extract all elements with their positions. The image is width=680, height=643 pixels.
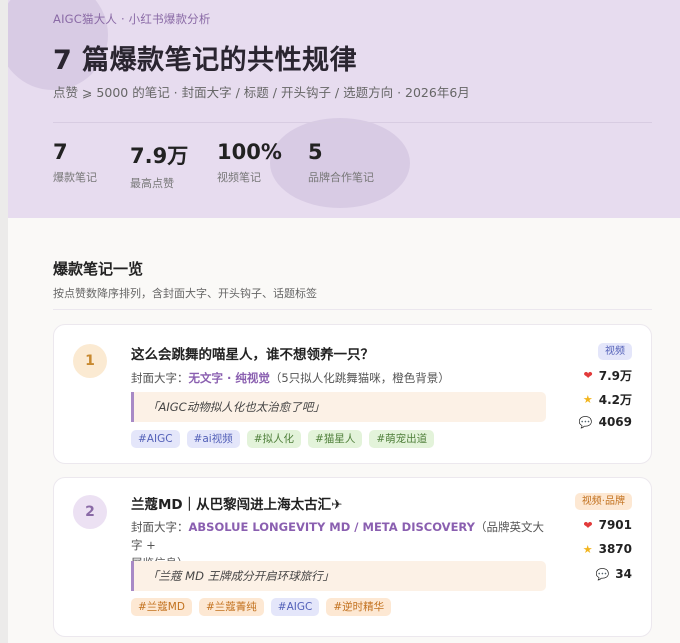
hashtag[interactable]: #兰蔻菁纯 bbox=[198, 598, 264, 616]
likes-metric: ❤ 7.9万 bbox=[584, 367, 632, 384]
hashtag[interactable]: #拟人化 bbox=[246, 430, 302, 448]
format-badge: 视频 bbox=[598, 343, 632, 360]
stat-max-likes: 7.9万 最高点赞 bbox=[130, 140, 188, 191]
note-title[interactable]: 这么会跳舞的喵星人，谁不想领养一只？ bbox=[131, 343, 374, 363]
heart-icon: ❤ bbox=[583, 369, 593, 382]
hashtag[interactable]: #萌宠出道 bbox=[369, 430, 435, 448]
favorites-count: 4.2万 bbox=[598, 393, 632, 407]
section-subtitle: 按点赞数降序排列，含封面大字、开头钩子、话题标签 bbox=[53, 287, 317, 300]
hashtag[interactable]: #逆时精华 bbox=[326, 598, 392, 616]
likes-count: 7.9万 bbox=[598, 369, 632, 383]
stat-label: 爆款笔记 bbox=[53, 171, 97, 184]
star-icon: ★ bbox=[582, 542, 593, 556]
hero-header: AIGC猫大人 · 小红书爆款分析 7 篇爆款笔记的共性规律 点赞 ⩾ 5000… bbox=[8, 0, 680, 218]
comments-count: 34 bbox=[615, 567, 632, 581]
hook-quote: 「兰蔻 MD 王牌成分开启环球旅行」 bbox=[131, 561, 546, 591]
favorites-metric: ★ 4.2万 bbox=[583, 391, 632, 408]
note-card[interactable]: 1 这么会跳舞的喵星人，谁不想领养一只？ 封面大字：无文字 · 纯视觉（5只拟人… bbox=[53, 324, 652, 464]
note-title[interactable]: 兰蔻MD｜从巴黎闯进上海太古汇✈ bbox=[131, 493, 342, 513]
cover-label: 封面大字： bbox=[131, 371, 189, 385]
page-subtitle: 点赞 ⩾ 5000 的笔记 · 封面大字 / 标题 / 开头钩子 / 选题方向 … bbox=[53, 85, 470, 100]
stat-value: 7.9万 bbox=[130, 144, 189, 168]
stat-value: 5 bbox=[308, 140, 323, 164]
stat-label: 视频笔记 bbox=[217, 171, 261, 184]
speech-bubble-icon: 💬 bbox=[578, 415, 593, 429]
section-divider bbox=[53, 309, 652, 310]
tag-list: #兰蔻MD #兰蔻菁纯 #AIGC #逆时精华 bbox=[131, 598, 392, 616]
hashtag[interactable]: #ai视频 bbox=[186, 430, 240, 448]
format-badge: 视频·品牌 bbox=[574, 493, 632, 510]
comments-metric: 💬 34 bbox=[596, 567, 632, 581]
stat-label: 最高点赞 bbox=[130, 177, 174, 190]
comments-count: 4069 bbox=[598, 415, 632, 429]
cover-label: 封面大字： bbox=[131, 520, 189, 534]
rank-badge: 2 bbox=[73, 495, 107, 529]
stat-note-count: 7 爆款笔记 bbox=[53, 140, 97, 185]
rank-badge: 1 bbox=[73, 344, 107, 378]
favorites-count: 3870 bbox=[598, 542, 632, 556]
comments-metric: 💬 4069 bbox=[579, 415, 632, 429]
star-icon: ★ bbox=[582, 393, 593, 406]
left-edge-strip bbox=[0, 0, 8, 643]
stat-brand-notes: 5 品牌合作笔记 bbox=[308, 140, 374, 185]
page-title: 7 篇爆款笔记的共性规律 bbox=[53, 45, 358, 76]
favorites-metric: ★ 3870 bbox=[583, 542, 632, 556]
hero-divider bbox=[53, 122, 652, 123]
hero-kicker: AIGC猫大人 · 小红书爆款分析 bbox=[53, 12, 211, 26]
hashtag[interactable]: #AIGC bbox=[270, 598, 320, 616]
hashtag[interactable]: #兰蔻MD bbox=[131, 598, 192, 616]
section-title: 爆款笔记一览 bbox=[53, 260, 144, 278]
likes-count: 7901 bbox=[598, 518, 632, 532]
stat-label: 品牌合作笔记 bbox=[308, 171, 374, 184]
stat-value: 7 bbox=[53, 140, 68, 164]
note-card[interactable]: 2 兰蔻MD｜从巴黎闯进上海太古汇✈ 封面大字：ABSOLUE LONGEVIT… bbox=[53, 477, 652, 637]
stat-value: 100% bbox=[217, 140, 282, 164]
cover-value: 无文字 · 纯视觉 bbox=[188, 371, 270, 385]
cover-text-line: 封面大字：无文字 · 纯视觉（5只拟人化跳舞猫咪，橙色背景） bbox=[131, 369, 450, 387]
tag-list: #AIGC #ai视频 #拟人化 #猫星人 #萌宠出道 bbox=[131, 430, 435, 448]
hashtag[interactable]: #AIGC bbox=[131, 430, 180, 448]
likes-metric: ❤ 7901 bbox=[583, 518, 632, 532]
hashtag[interactable]: #猫星人 bbox=[308, 430, 363, 448]
hook-quote: 「AIGC动物拟人化也太治愈了吧」 bbox=[131, 392, 546, 422]
cover-note: （5只拟人化跳舞猫咪，橙色背景） bbox=[269, 371, 450, 385]
cover-value: ABSOLUE LONGEVITY MD / META DISCOVERY bbox=[188, 520, 475, 534]
speech-bubble-icon: 💬 bbox=[595, 567, 610, 581]
heart-icon: ❤ bbox=[583, 518, 593, 532]
stat-video-ratio: 100% 视频笔记 bbox=[217, 140, 282, 185]
